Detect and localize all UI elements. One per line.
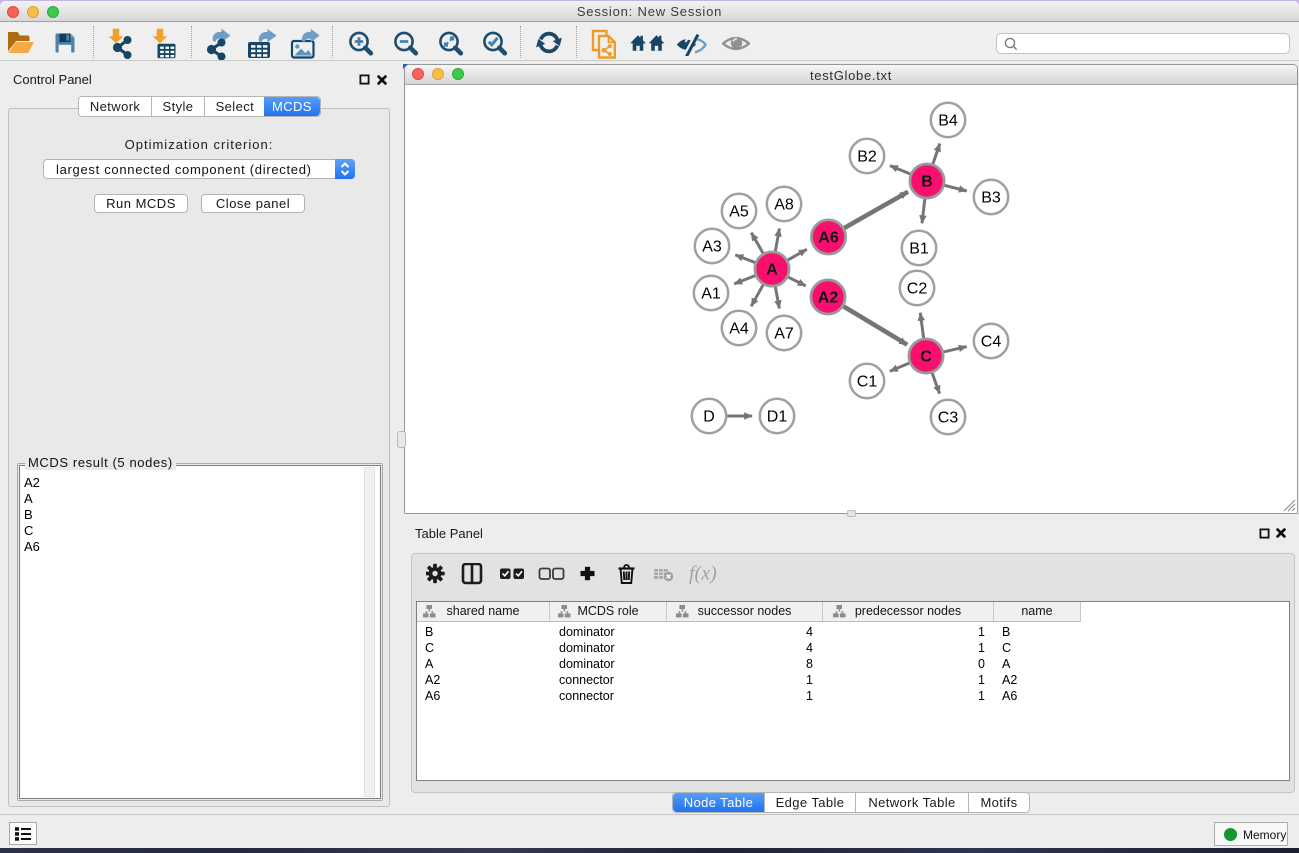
svg-text:A1: A1 bbox=[701, 286, 721, 303]
svg-text:B1: B1 bbox=[909, 241, 929, 258]
svg-text:C2: C2 bbox=[907, 281, 928, 298]
svg-text:C1: C1 bbox=[857, 374, 878, 391]
svg-text:C3: C3 bbox=[938, 410, 959, 427]
svg-text:B4: B4 bbox=[938, 113, 958, 130]
svg-text:D1: D1 bbox=[767, 409, 788, 426]
svg-text:C4: C4 bbox=[981, 334, 1002, 351]
svg-text:A4: A4 bbox=[729, 321, 749, 338]
svg-text:C: C bbox=[920, 349, 932, 366]
svg-text:B: B bbox=[921, 174, 933, 191]
svg-text:D: D bbox=[703, 409, 715, 426]
svg-text:A2: A2 bbox=[818, 290, 839, 307]
svg-text:A: A bbox=[766, 262, 778, 279]
svg-text:A3: A3 bbox=[702, 239, 722, 256]
svg-text:A7: A7 bbox=[774, 326, 794, 343]
svg-text:A8: A8 bbox=[774, 197, 794, 214]
svg-text:A6: A6 bbox=[818, 230, 839, 247]
svg-text:A5: A5 bbox=[729, 204, 749, 221]
svg-text:f(x): f(x) bbox=[689, 563, 717, 585]
svg-text:B3: B3 bbox=[981, 190, 1001, 207]
svg-text:B2: B2 bbox=[857, 149, 877, 166]
